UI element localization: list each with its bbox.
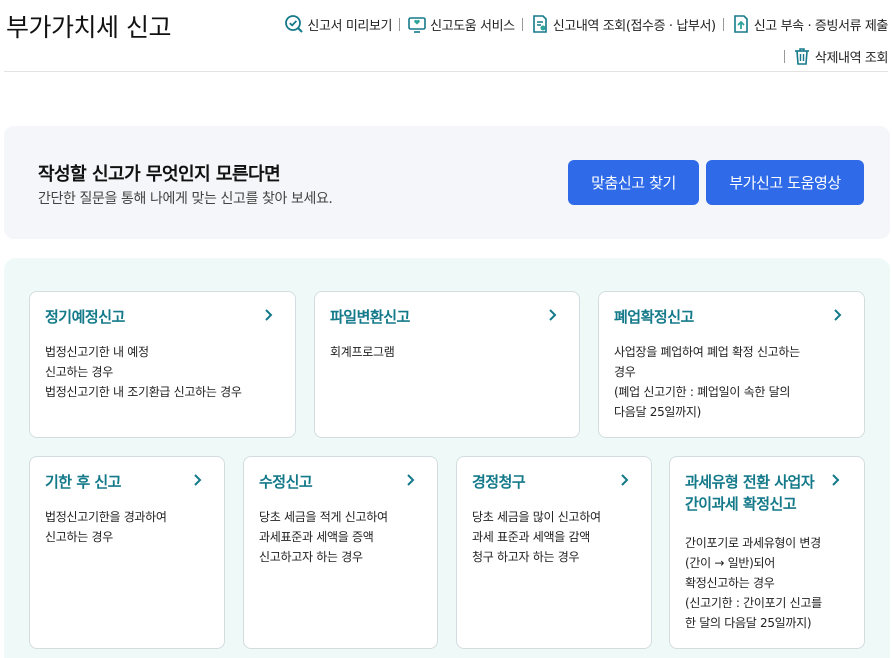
top-link-label: 신고내역 조회(접수증 · 납부서) [552,18,716,34]
preview-report-link[interactable]: 신고서 미리보기 [284,12,392,36]
card-description: 사업장을 폐업하여 폐업 확정 신고하는 경우 (폐업 신고기한 : 폐업일이 속한… [614,345,800,419]
history-lookup-link[interactable]: 신고내역 조회(접수증 · 납부서) [530,12,716,36]
submit-documents-link[interactable]: 신고 부속 · 증빙서류 제출 [731,12,888,36]
card-title: 경정청구 [472,473,526,491]
card-description: 당초 세금을 많이 신고하여 과세 표준과 세액을 감액 청구 하고자 하는 경우 [472,510,601,564]
card-description: 간이포기로 과세유형이 변경 (간이 → 일반)되어 확정신고하는 경우 (신고기한 … [685,536,822,630]
banner-title: 작성할 신고가 무엇인지 모른다면 [38,164,281,185]
card-description: 법정신고기한 내 예정 신고하는 경우 법정신고기한 내 조기환급 신고하는 경우 [45,345,242,399]
deleted-history-link[interactable]: 삭제내역 조회 [792,44,888,68]
card-title: 과세유형 전환 사업자 간이과세 확정신고 [685,473,815,513]
monitor-help-icon [407,14,427,34]
guide-banner: 작성할 신고가 무엇인지 모른다면 간단한 질문을 통해 나에게 맞는 신고를 … [4,126,890,239]
card-refund-claim[interactable]: 경정청구 당초 세금을 많이 신고하여 과세 표준과 세액을 감액 청구 하고자 하… [456,456,652,649]
card-description: 회계프로그램 [330,345,395,359]
card-closure-final[interactable]: 폐업확정신고 사업장을 폐업하여 폐업 확정 신고하는 경우 (폐업 신고기한 : … [598,291,865,438]
card-title: 기한 후 신고 [45,473,121,491]
document-upload-icon [731,14,751,34]
separator [722,17,724,31]
card-file-conversion[interactable]: 파일변환신고 회계프로그램 [314,291,580,438]
trash-icon [792,46,812,66]
card-amended-return[interactable]: 수정신고 당초 세금을 적게 신고하여 과세표준과 세액을 증액 신고하고자 하는 … [243,456,438,649]
chevron-right-icon [549,309,557,321]
document-search-icon [530,14,550,34]
chevron-right-icon [834,309,842,321]
top-link-label: 삭제내역 조회 [814,50,888,66]
top-links: 신고서 미리보기 신고도움 서비스 신고내역 조회(접수증 · 납부서) 신고 … [228,12,888,68]
card-title: 폐업확정신고 [614,308,694,326]
separator [783,49,785,63]
chevron-right-icon [832,474,840,486]
magnifier-check-icon [284,14,304,34]
find-report-button[interactable]: 맞춤신고 찾기 [568,160,699,205]
chevron-right-icon [621,474,629,486]
top-link-label: 신고 부속 · 증빙서류 제출 [753,18,889,34]
card-title: 파일변환신고 [330,308,410,326]
top-link-label: 신고도움 서비스 [430,18,515,34]
card-description: 법정신고기한을 경과하여 신고하는 경우 [45,510,167,544]
card-description: 당초 세금을 적게 신고하여 과세표준과 세액을 증액 신고하고자 하는 경우 [259,510,388,564]
help-video-button[interactable]: 부가신고 도움영상 [706,160,864,205]
card-late-filing[interactable]: 기한 후 신고 법정신고기한을 경과하여 신고하는 경우 [29,456,225,649]
separator [521,17,523,31]
banner-subtitle: 간단한 질문을 통해 나에게 맞는 신고를 찾아 보세요. [38,191,333,207]
card-regular-preliminary[interactable]: 정기예정신고 법정신고기한 내 예정 신고하는 경우 법정신고기한 내 조기환급 신… [29,291,296,438]
top-link-label: 신고서 미리보기 [307,18,393,34]
separator [399,17,401,31]
card-title: 수정신고 [259,473,313,491]
page-title: 부가가치세 신고 [6,13,171,42]
card-tax-type-conversion[interactable]: 과세유형 전환 사업자 간이과세 확정신고 간이포기로 과세유형이 변경 (간이 →… [669,456,865,649]
help-service-link[interactable]: 신고도움 서비스 [407,12,515,36]
report-type-cards: 정기예정신고 법정신고기한 내 예정 신고하는 경우 법정신고기한 내 조기환급 신… [4,258,890,658]
chevron-right-icon [265,309,273,321]
chevron-right-icon [194,474,202,486]
card-title: 정기예정신고 [45,308,125,326]
chevron-right-icon [407,474,415,486]
header-divider [4,71,888,72]
